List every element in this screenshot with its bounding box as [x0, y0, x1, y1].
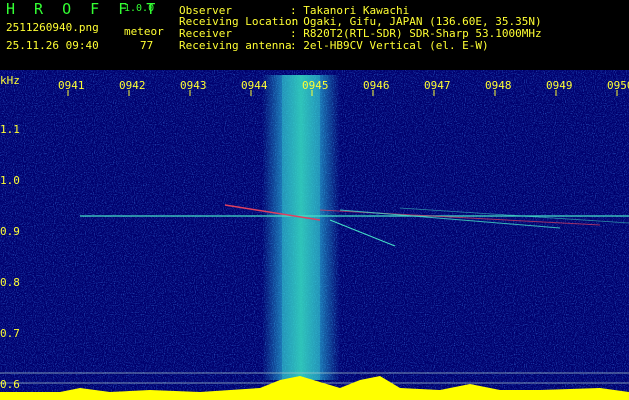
- x-tick-label: 0944: [241, 79, 268, 92]
- y-tick-label: 1.1: [0, 123, 20, 136]
- detection-count: 77: [140, 39, 154, 52]
- x-tick-label: 0945: [302, 79, 329, 92]
- y-tick-label: 0.9: [0, 225, 20, 238]
- y-tick-label: 0.6: [0, 378, 20, 391]
- detection-label: meteor: [124, 25, 164, 38]
- file-name: 2511260940.png: [6, 21, 99, 34]
- y-tick-label: 0.7: [0, 327, 20, 340]
- timestamp: 25.11.26 09:40: [6, 39, 99, 52]
- interference-core: [282, 75, 320, 380]
- x-tick-label: 0943: [180, 79, 207, 92]
- x-tick-label: 0948: [485, 79, 512, 92]
- app-version: 1.0.0: [124, 3, 155, 14]
- header-panel: H R O F F T 1.0.0 2511260940.png 25.11.2…: [0, 0, 629, 70]
- x-tick-label: 0950: [607, 79, 629, 92]
- y-tick-label: 1.0: [0, 174, 20, 187]
- x-tick-label: 0942: [119, 79, 146, 92]
- x-tick-label: 0941: [58, 79, 85, 92]
- y-tick-label: 0.8: [0, 276, 20, 289]
- x-tick-label: 0947: [424, 79, 451, 92]
- y-axis-label: kHz: [0, 74, 20, 87]
- x-tick-label: 0949: [546, 79, 573, 92]
- spectrogram-plot: [0, 70, 629, 400]
- antenna-label: Receiving antenna: [179, 39, 292, 52]
- antenna-value: : 2el-HB9CV Vertical (el. E-W): [290, 39, 489, 52]
- x-tick-label: 0946: [363, 79, 390, 92]
